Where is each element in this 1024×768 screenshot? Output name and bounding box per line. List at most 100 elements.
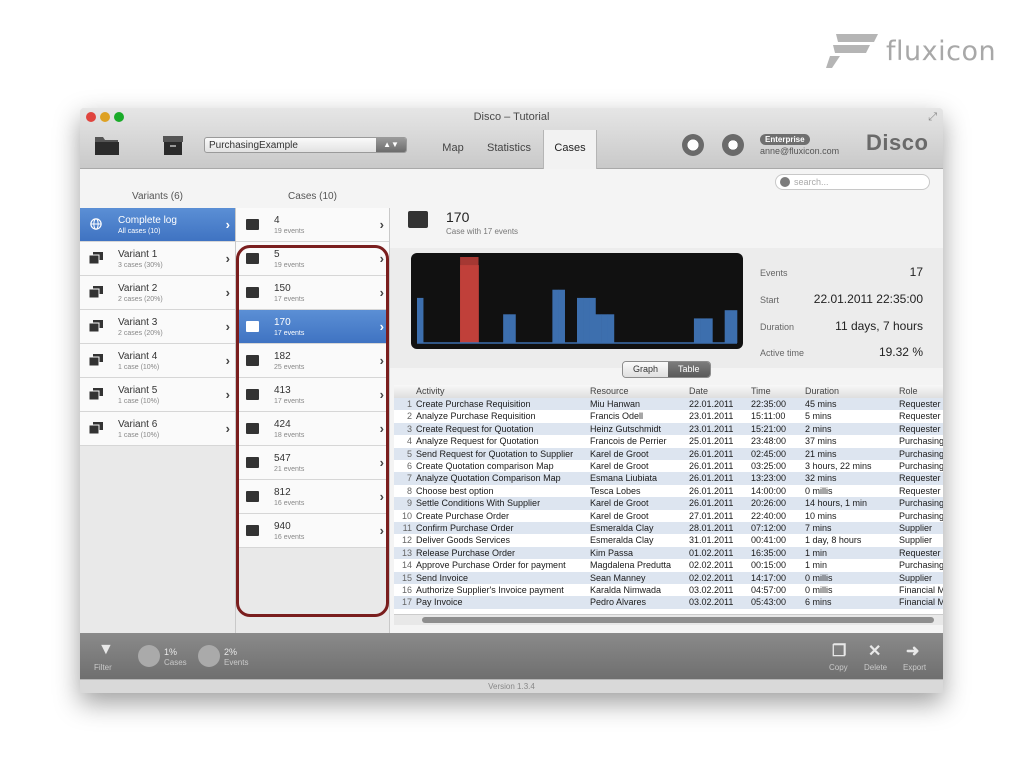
variant-title: Variant 4 (118, 351, 158, 362)
tab-statistics[interactable]: Statistics (481, 130, 537, 168)
case-item[interactable]: 4 19 events › (236, 208, 389, 242)
cell-duration: 1 min (805, 560, 828, 571)
graph-view-button[interactable]: Graph (623, 362, 669, 377)
timeline-bar (417, 297, 424, 343)
table-row[interactable]: 3 Create Request for Quotation Heinz Gutsc… (394, 422, 943, 436)
bottom-toolbar: ▼ Filter 1% Cases 2% Events ❐ Copy ✕ Del… (80, 633, 943, 679)
help-lifebuoy-icon[interactable] (682, 134, 704, 156)
horizontal-scrollbar[interactable] (394, 614, 943, 625)
column-date[interactable]: Date (689, 385, 708, 398)
table-row[interactable]: 2 Analyze Purchase Requisition Francis Ode… (394, 410, 943, 423)
column-time[interactable]: Time (751, 385, 771, 398)
archive-box-icon[interactable] (162, 134, 184, 156)
cell-date: 27.01.2011 (689, 510, 734, 521)
cell-resource: Heinz Gutschmidt (590, 423, 662, 434)
cell-n: 10 (401, 510, 412, 521)
cell-duration: 5 mins (805, 411, 832, 422)
stat-value-active-time: 19.32 % (878, 345, 923, 359)
chevron-right-icon: › (379, 455, 384, 470)
window-title: Disco – Tutorial (473, 111, 550, 123)
variant-item-1[interactable]: Variant 1 3 cases (30%) › (80, 242, 235, 276)
feedback-chat-icon[interactable] (722, 134, 744, 156)
open-folder-icon[interactable] (94, 134, 120, 156)
cell-n: 8 (406, 485, 412, 496)
cell-date: 26.01.2011 (689, 473, 734, 484)
cell-n: 14 (401, 560, 412, 571)
column-duration[interactable]: Duration (805, 385, 839, 398)
filter-icon[interactable]: ▼ (98, 641, 114, 659)
table-row[interactable]: 9 Settle Conditions With Supplier Karel de… (394, 497, 943, 510)
status-bar: Version 1.3.4 (80, 679, 943, 693)
cell-date: 23.01.2011 (689, 411, 734, 422)
variant-subtitle: 2 cases (20%) (118, 330, 163, 337)
case-item[interactable]: 413 17 events › (236, 378, 389, 412)
briefcase-icon (246, 423, 259, 434)
cell-role: Requester (899, 411, 941, 422)
table-row[interactable]: 11 Confirm Purchase Order Esmeralda Clay 28… (394, 522, 943, 535)
case-item-selected[interactable]: 170 17 events › (236, 310, 389, 344)
tab-cases[interactable]: Cases (543, 130, 597, 169)
case-item[interactable]: 424 18 events › (236, 412, 389, 446)
variant-item-5[interactable]: Variant 5 1 case (10%) › (80, 378, 235, 412)
table-view-button[interactable]: Table (668, 362, 710, 377)
table-row[interactable]: 6 Create Quotation comparison Map Karel de… (394, 460, 943, 473)
copy-icon[interactable]: ❐ (832, 641, 846, 661)
timeline-bar (589, 297, 596, 343)
table-row[interactable]: 5 Send Request for Quotation to Supplier K… (394, 447, 943, 460)
column-activity[interactable]: Activity (416, 385, 445, 398)
cell-date: 25.01.2011 (689, 436, 734, 447)
case-id: 4 (274, 215, 280, 226)
variant-item-2[interactable]: Variant 2 2 cases (20%) › (80, 276, 235, 310)
case-subtitle: Case with 17 events (446, 227, 519, 236)
variant-item-3[interactable]: Variant 3 2 cases (20%) › (80, 310, 235, 344)
table-row[interactable]: 14 Approve Purchase Order for payment Magd… (394, 559, 943, 572)
tab-map[interactable]: Map (433, 130, 473, 168)
case-item[interactable]: 5 19 events › (236, 242, 389, 276)
fluxicon-logo-mark-icon (826, 34, 878, 68)
table-row[interactable]: 13 Release Purchase Order Kim Passa 01.02.2… (394, 546, 943, 560)
case-item[interactable]: 547 21 events › (236, 446, 389, 480)
chevron-right-icon: › (379, 523, 384, 538)
table-row[interactable]: 10 Create Purchase Order Karel de Groot 27.… (394, 509, 943, 522)
cell-time: 14:00:00 (751, 485, 787, 496)
column-resource[interactable]: Resource (590, 385, 629, 398)
cell-activity: Send Invoice (416, 572, 469, 583)
case-id: 547 (274, 453, 291, 464)
export-icon[interactable]: ➜ (906, 641, 919, 661)
table-row[interactable]: 8 Choose best option Tesca Lobes 26.01.2011… (394, 484, 943, 498)
table-row[interactable]: 4 Analyze Request for Quotation Francois d… (394, 435, 943, 448)
variant-item-6[interactable]: Variant 6 1 case (10%) › (80, 412, 235, 446)
case-item[interactable]: 940 16 events › (236, 514, 389, 548)
dataset-dropdown[interactable]: PurchasingExample ▲▼ (204, 137, 407, 153)
case-item[interactable]: 150 17 events › (236, 276, 389, 310)
table-row[interactable]: 12 Deliver Goods Services Esmeralda Clay 31… (394, 534, 943, 547)
cell-n: 11 (402, 523, 412, 533)
cell-n: 3 (406, 423, 412, 434)
cell-role: Supplier (899, 535, 933, 546)
stat-label-active-time: Active time (760, 348, 805, 358)
variant-item-complete-log[interactable]: Complete log All cases (10) › (80, 208, 235, 242)
cell-activity: Analyze Quotation Comparison Map (416, 473, 561, 484)
variant-item-4[interactable]: Variant 4 1 case (10%) › (80, 344, 235, 378)
chevron-right-icon: › (379, 387, 384, 402)
stat-label-duration: Duration (760, 322, 795, 332)
case-events: 21 events (274, 466, 305, 473)
case-stack-icon (89, 388, 103, 400)
scrollbar-thumb[interactable] (422, 617, 934, 623)
table-row[interactable]: 1 Create Purchase Requisition Miu Hanwan 22… (394, 398, 943, 411)
cell-resource: Kim Passa (590, 547, 634, 558)
fullscreen-icon[interactable]: ⤢ (928, 111, 937, 124)
case-events: 16 events (274, 534, 305, 541)
case-stack-icon (89, 286, 103, 298)
case-item[interactable]: 812 16 events › (236, 480, 389, 514)
app-logo: Disco (866, 130, 929, 155)
delete-icon[interactable]: ✕ (868, 641, 881, 661)
case-item[interactable]: 182 25 events › (236, 344, 389, 378)
column-role[interactable]: Role (899, 385, 918, 398)
main-content: Variants (6) Cases (10) Complete log All… (80, 169, 943, 633)
search-input[interactable]: search... (775, 174, 930, 190)
table-row[interactable]: 16 Authorize Supplier's Invoice payment Ka… (394, 584, 943, 597)
table-row[interactable]: 17 Pay Invoice Pedro Alvares 03.02.2011 05:4… (394, 596, 943, 609)
table-row[interactable]: 7 Analyze Quotation Comparison Map Esmana … (394, 472, 943, 485)
table-row[interactable]: 15 Send Invoice Sean Manney 02.02.2011 14:17… (394, 571, 943, 584)
